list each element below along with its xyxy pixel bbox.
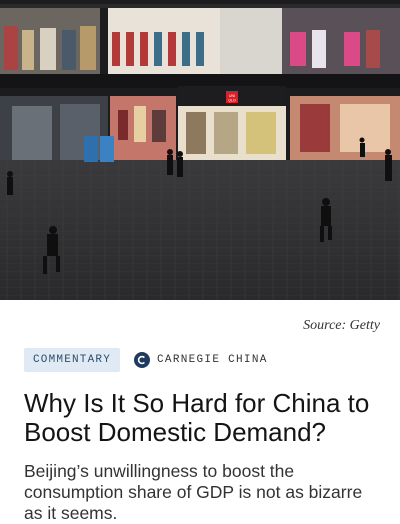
carnegie-china-link[interactable]: CARNEGIE CHINA: [134, 352, 268, 368]
hero-image: UNI QLO: [0, 0, 400, 300]
article-summary: Beijing’s unwillingness to boost the con…: [24, 461, 363, 523]
svg-text:QLO: QLO: [228, 99, 236, 103]
image-credit: Source: Getty: [303, 318, 380, 333]
commentary-tag[interactable]: COMMENTARY: [24, 348, 121, 372]
article-meta: COMMENTARY CARNEGIE CHINA: [0, 344, 400, 373]
carnegie-c-logo-icon: [134, 352, 151, 368]
article-title: Why Is It So Hard for China to Boost Dom…: [24, 389, 376, 447]
program-name: CARNEGIE CHINA: [157, 354, 268, 366]
svg-text:UNI: UNI: [229, 94, 235, 98]
article-title-link[interactable]: Why Is It So Hard for China to Boost Dom…: [24, 388, 369, 447]
